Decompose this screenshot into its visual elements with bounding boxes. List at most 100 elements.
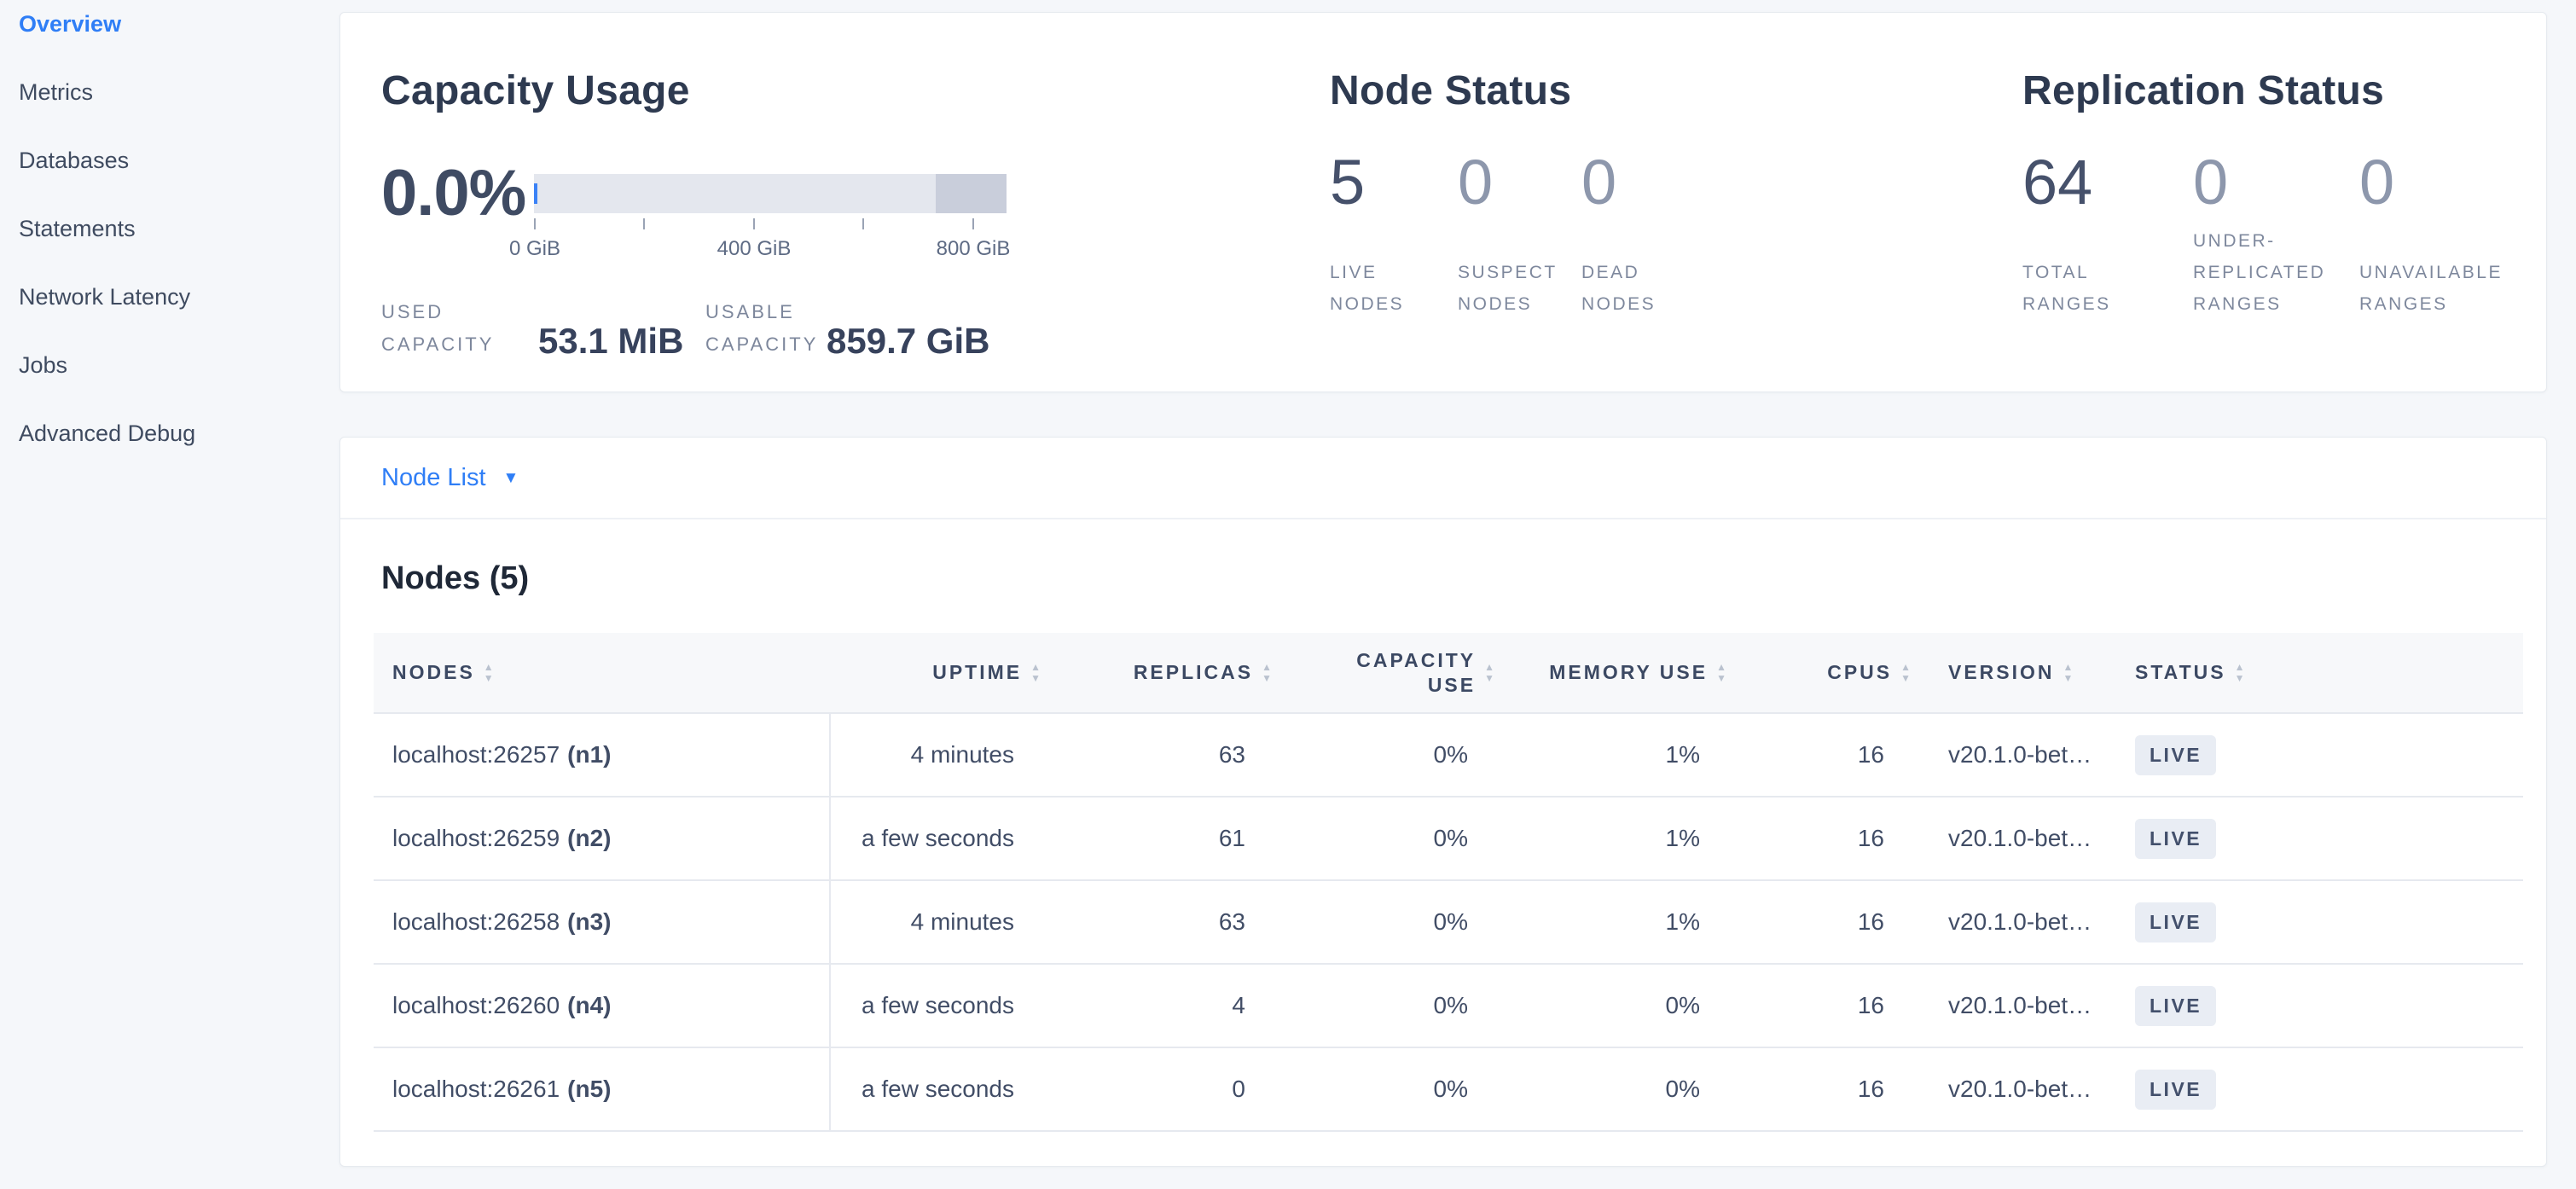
axis-tick-0 [534, 218, 536, 229]
status-badge: LIVE [2135, 986, 2216, 1026]
axis-tick-600 [862, 218, 864, 229]
nodes-count-title: Nodes (5) [381, 560, 2546, 597]
header-uptime[interactable]: UPTIME ▲▼ [831, 661, 1043, 684]
version-cell: v20.1.0-bet… [1913, 1048, 2125, 1130]
node-status-title: Node Status [1330, 67, 1571, 114]
node-address: localhost:26261 [392, 1076, 560, 1103]
memory-use-cell: 1% [1497, 798, 1729, 879]
dead-nodes-value: 0 [1581, 148, 1726, 218]
axis-label-400: 400 GiB [717, 237, 792, 261]
unavailable-ranges-stat: 0 UNAVAILABLE RANGES [2359, 148, 2547, 320]
nodes-table-header: NODES ▲▼ UPTIME ▲▼ REPLICAS ▲▼ CAPACITY … [374, 633, 2523, 712]
uptime-cell: a few seconds [831, 1048, 1043, 1130]
header-cpus[interactable]: CPUS ▲▼ [1729, 661, 1913, 684]
version-cell: v20.1.0-bet… [1913, 798, 2125, 879]
uptime-cell: a few seconds [831, 798, 1043, 879]
node-address: localhost:26258 [392, 908, 560, 936]
dead-nodes-label: DEAD NODES [1581, 257, 1726, 320]
header-memory-use[interactable]: MEMORY USE ▲▼ [1497, 661, 1729, 684]
node-address-cell[interactable]: localhost:26259 (n2) [374, 798, 831, 879]
cpus-cell: 16 [1729, 965, 1913, 1047]
replicas-cell: 4 [1043, 965, 1274, 1047]
node-address: localhost:26259 [392, 825, 560, 852]
status-cell: LIVE [2125, 1048, 2523, 1130]
axis-tick-400 [753, 218, 755, 229]
capacity-used-percent: 0.0% [381, 156, 525, 230]
header-capacity-use[interactable]: CAPACITY USE ▲▼ [1274, 648, 1497, 698]
nodes-card: Node List ▼ Nodes (5) NODES ▲▼ UPTIME ▲▼… [339, 437, 2547, 1167]
under-replicated-ranges-stat: 0 UNDER- REPLICATED RANGES [2193, 148, 2359, 320]
header-status[interactable]: STATUS ▲▼ [2125, 661, 2523, 684]
status-cell: LIVE [2125, 798, 2523, 879]
capacity-bar [534, 174, 1007, 213]
sort-icon: ▲▼ [2063, 663, 2076, 682]
capacity-summary: USED CAPACITY 53.1 MiB USABLE CAPACITY 8… [381, 296, 989, 361]
unavailable-ranges-label: UNAVAILABLE RANGES [2359, 257, 2547, 320]
header-status-label: STATUS [2135, 661, 2226, 684]
header-nodes[interactable]: NODES ▲▼ [374, 661, 831, 684]
memory-use-cell: 0% [1497, 1048, 1729, 1130]
sidebar-item-advanced-debug[interactable]: Advanced Debug [0, 399, 338, 467]
axis-tick-200 [643, 218, 645, 229]
sort-icon: ▲▼ [1030, 663, 1043, 682]
status-badge: LIVE [2135, 819, 2216, 859]
node-address-cell[interactable]: localhost:26257 (n1) [374, 714, 831, 796]
table-row-n3: localhost:26258 (n3) 4 minutes 63 0% 1% … [374, 879, 2523, 963]
table-row-n2: localhost:26259 (n2) a few seconds 61 0%… [374, 796, 2523, 879]
suspect-nodes-value: 0 [1458, 148, 1581, 218]
node-address-cell[interactable]: localhost:26261 (n5) [374, 1048, 831, 1130]
uptime-cell: 4 minutes [831, 881, 1043, 963]
capacity-use-cell: 0% [1274, 798, 1497, 879]
replicas-cell: 61 [1043, 798, 1274, 879]
node-id: (n1) [567, 741, 611, 768]
sidebar-item-jobs[interactable]: Jobs [0, 331, 338, 399]
under-replicated-ranges-value: 0 [2193, 148, 2359, 218]
status-cell: LIVE [2125, 881, 2523, 963]
node-list-dropdown[interactable]: Node List ▼ [381, 464, 519, 492]
capacity-use-cell: 0% [1274, 1048, 1497, 1130]
cpus-cell: 16 [1729, 798, 1913, 879]
sort-icon: ▲▼ [484, 663, 496, 682]
sidebar-item-databases[interactable]: Databases [0, 126, 338, 194]
used-capacity-value: 53.1 MiB [538, 322, 705, 361]
sort-icon: ▲▼ [1716, 663, 1729, 682]
header-version-label: VERSION [1948, 661, 2055, 684]
capacity-use-cell: 0% [1274, 714, 1497, 796]
sidebar-item-statements[interactable]: Statements [0, 194, 338, 263]
live-nodes-stat: 5 LIVE NODES [1330, 148, 1458, 320]
node-address-cell[interactable]: localhost:26260 (n4) [374, 965, 831, 1047]
status-badge: LIVE [2135, 735, 2216, 775]
replicas-cell: 63 [1043, 714, 1274, 796]
memory-use-cell: 0% [1497, 965, 1729, 1047]
header-uptime-label: UPTIME [932, 661, 1022, 684]
view-selector-row: Node List ▼ [340, 438, 2546, 519]
node-list-dropdown-label: Node List [381, 464, 486, 492]
header-replicas[interactable]: REPLICAS ▲▼ [1043, 661, 1274, 684]
nodes-table: NODES ▲▼ UPTIME ▲▼ REPLICAS ▲▼ CAPACITY … [374, 633, 2523, 1132]
uptime-cell: a few seconds [831, 965, 1043, 1047]
node-id: (n5) [567, 1076, 611, 1103]
status-badge: LIVE [2135, 1070, 2216, 1110]
node-address: localhost:26260 [392, 992, 560, 1019]
node-id: (n4) [567, 992, 611, 1019]
table-row-n1: localhost:26257 (n1) 4 minutes 63 0% 1% … [374, 712, 2523, 796]
replication-status-title: Replication Status [2022, 67, 2384, 114]
header-cpus-label: CPUS [1827, 661, 1892, 684]
total-ranges-value: 64 [2022, 148, 2193, 218]
axis-label-800: 800 GiB [937, 237, 1011, 261]
under-replicated-ranges-label: UNDER- REPLICATED RANGES [2193, 225, 2359, 320]
capacity-use-cell: 0% [1274, 965, 1497, 1047]
header-version[interactable]: VERSION ▲▼ [1913, 661, 2125, 684]
sidebar-nav: Overview Metrics Databases Statements Ne… [0, 0, 338, 467]
replicas-cell: 63 [1043, 881, 1274, 963]
sidebar-item-metrics[interactable]: Metrics [0, 58, 338, 126]
suspect-nodes-label: SUSPECT NODES [1458, 257, 1581, 320]
sidebar-item-overview[interactable]: Overview [0, 0, 338, 58]
sidebar-item-network-latency[interactable]: Network Latency [0, 263, 338, 331]
memory-use-cell: 1% [1497, 881, 1729, 963]
replicas-cell: 0 [1043, 1048, 1274, 1130]
node-address-cell[interactable]: localhost:26258 (n3) [374, 881, 831, 963]
cpus-cell: 16 [1729, 1048, 1913, 1130]
version-cell: v20.1.0-bet… [1913, 965, 2125, 1047]
version-cell: v20.1.0-bet… [1913, 881, 2125, 963]
